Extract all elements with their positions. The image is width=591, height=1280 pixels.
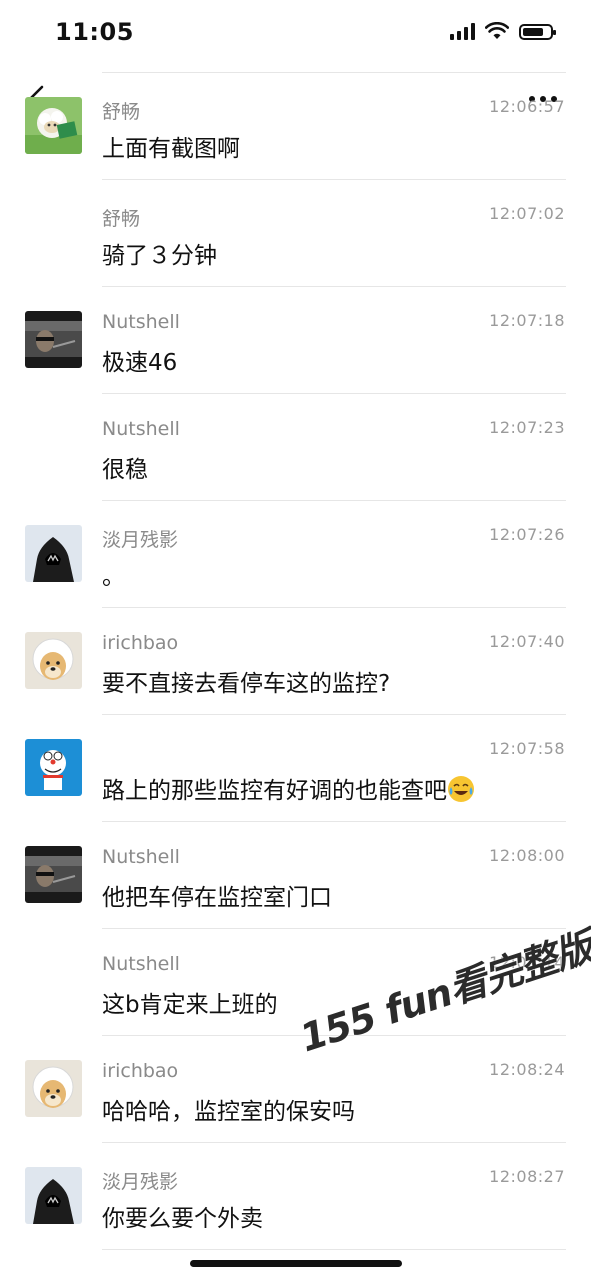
message-text-content: 路上的那些监控有好调的也能查吧 (102, 778, 447, 804)
message-time: 12:07:02 (489, 204, 565, 223)
message-text: 很稳 (102, 457, 148, 483)
message-time: 12:07:40 (489, 632, 565, 651)
wifi-icon (485, 22, 509, 39)
message-text: 极速46 (102, 350, 178, 376)
status-icons (450, 22, 556, 40)
list-item[interactable]: 淡月残影 12:07:26 。 (0, 501, 591, 608)
avatar-hooded-figure[interactable] (25, 1167, 82, 1224)
sender-name: Nutshell (102, 953, 180, 975)
message-text: 要不直接去看停车这的监控? (102, 671, 391, 697)
status-bar: 11:05 (0, 0, 591, 66)
message-text: 这b肯定来上班的 (102, 992, 278, 1018)
sender-name: 舒畅 (102, 101, 141, 123)
list-item[interactable]: 淡月残影 12:08:27 你要么要个外卖 (0, 1143, 591, 1250)
list-item[interactable]: Nutshell 12:07:18 极速46 (0, 287, 591, 394)
message-time: 12:06:57 (489, 97, 565, 116)
message-text: 骑了３分钟 (102, 243, 217, 269)
list-item[interactable]: 舒畅 12:06:57 上面有截图啊 (0, 73, 591, 180)
sender-name: 舒畅 (102, 208, 141, 230)
list-item[interactable]: irichbao 12:07:40 要不直接去看停车这的监控? (0, 608, 591, 715)
status-time: 11:05 (55, 18, 134, 46)
divider (102, 1249, 566, 1250)
message-text: 上面有截图啊 (102, 136, 240, 162)
list-item[interactable]: Nutshell 12:08:00 他把车停在监控室门口 (0, 822, 591, 929)
sender-name: irichbao (102, 632, 179, 654)
home-indicator[interactable] (190, 1260, 402, 1267)
laughing-crying-emoji-icon (448, 776, 474, 802)
cellular-signal-icon (450, 22, 475, 40)
sender-name: Nutshell (102, 311, 180, 333)
sender-name: 淡月残影 (102, 529, 179, 551)
message-time: 12:08:24 (489, 1060, 565, 1079)
message-time: 12:07:23 (489, 418, 565, 437)
list-item[interactable]: Nutshell 12:07:23 很稳 (0, 394, 591, 501)
list-item[interactable]: irichbao 12:08:24 哈哈哈，监控室的保安吗 (0, 1036, 591, 1143)
avatar-doge[interactable] (25, 1060, 82, 1117)
avatar-car-driver[interactable] (25, 846, 82, 903)
message-text: 他把车停在监控室门口 (102, 885, 332, 911)
sender-name: 淡月残影 (102, 1171, 179, 1193)
message-text: 你要么要个外卖 (102, 1206, 263, 1232)
avatar-hooded-figure[interactable] (25, 525, 82, 582)
message-text: 哈哈哈，监控室的保安吗 (102, 1099, 355, 1125)
message-time: 12:08:00 (489, 846, 565, 865)
message-time: 12:07:18 (489, 311, 565, 330)
sender-name: Nutshell (102, 846, 180, 868)
sender-name: irichbao (102, 1060, 179, 1082)
message-time: 12:07:26 (489, 525, 565, 544)
list-item[interactable]: 12:07:58 路上的那些监控有好调的也能查吧 (0, 715, 591, 822)
avatar-doge[interactable] (25, 632, 82, 689)
message-text: 路上的那些监控有好调的也能查吧 (102, 771, 475, 805)
avatar-car-driver[interactable] (25, 311, 82, 368)
avatar-doraemon[interactable] (25, 739, 82, 796)
sender-name: Nutshell (102, 418, 180, 440)
battery-icon (519, 24, 556, 40)
message-time: 12:08:27 (489, 1167, 565, 1186)
message-text: 。 (102, 564, 125, 590)
message-time: 12:07:58 (489, 739, 565, 758)
avatar-sheep[interactable] (25, 97, 82, 154)
list-item[interactable]: 舒畅 12:07:02 骑了３分钟 (0, 180, 591, 287)
